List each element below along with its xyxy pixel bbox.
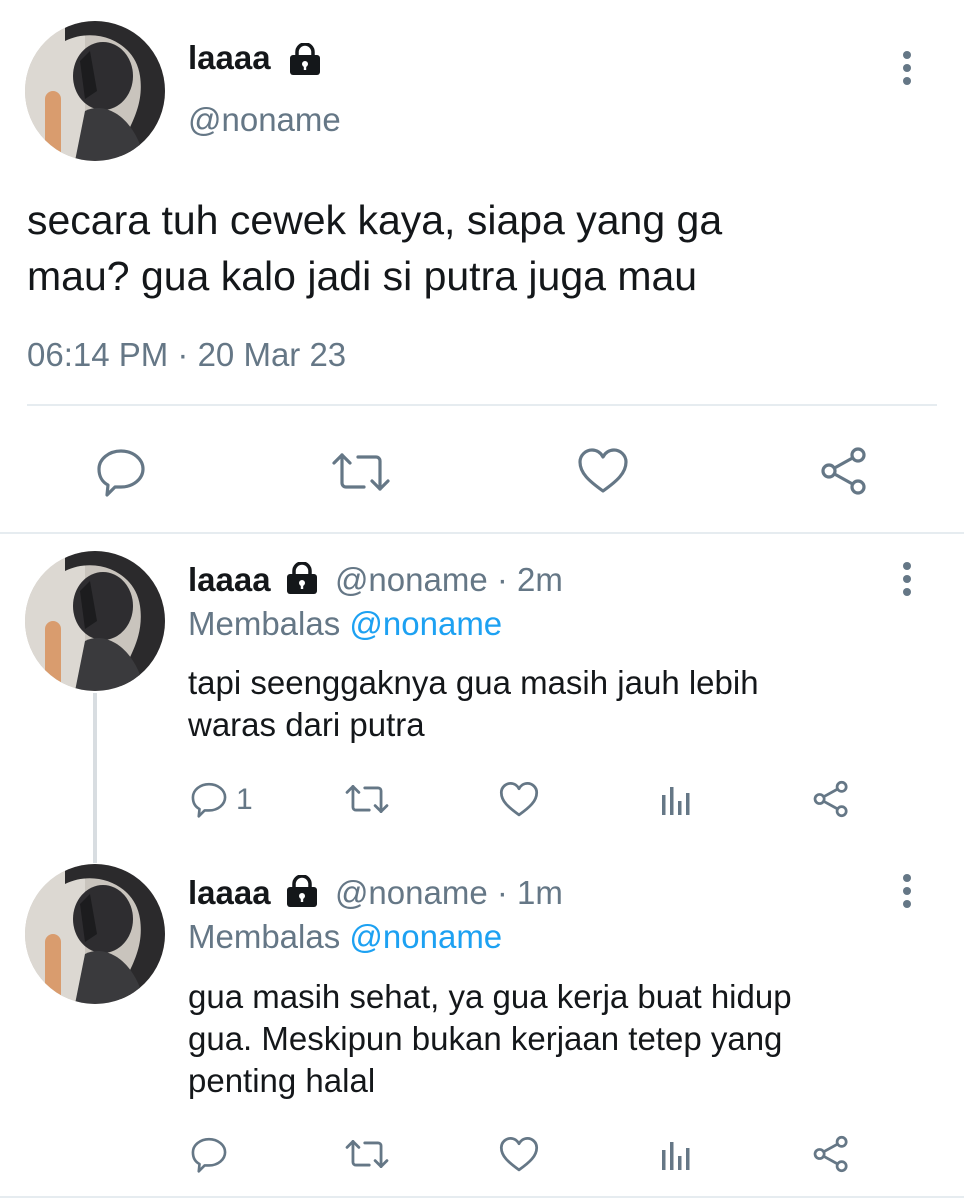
share-icon[interactable] bbox=[811, 1135, 851, 1173]
lock-icon bbox=[287, 43, 323, 75]
retweet-icon[interactable] bbox=[344, 1137, 390, 1171]
relative-time[interactable]: · 2m bbox=[497, 561, 563, 598]
reply-text: tapi seenggaknya gua masih jauh lebih wa… bbox=[188, 662, 759, 746]
like-icon[interactable] bbox=[499, 781, 539, 818]
share-icon[interactable] bbox=[811, 780, 851, 818]
display-name[interactable]: laaaa bbox=[188, 874, 271, 911]
relative-time[interactable]: · 1m bbox=[497, 874, 563, 911]
reply-header: laaaa @noname · 2m bbox=[188, 560, 563, 600]
reply-text: gua masih sehat, ya gua kerja buat hidup… bbox=[188, 976, 792, 1102]
avatar[interactable] bbox=[25, 21, 165, 161]
bottom-divider bbox=[0, 1196, 964, 1198]
mention-link[interactable]: @noname bbox=[349, 605, 502, 642]
reply-icon[interactable] bbox=[190, 781, 228, 818]
more-options-icon[interactable] bbox=[901, 51, 913, 90]
divider bbox=[27, 404, 937, 406]
replying-label: Membalas bbox=[188, 605, 341, 642]
thread-connector bbox=[93, 693, 97, 863]
lock-icon bbox=[284, 875, 320, 907]
replying-label: Membalas bbox=[188, 918, 341, 955]
more-options-icon[interactable] bbox=[901, 562, 913, 601]
handle[interactable]: @noname bbox=[335, 874, 488, 911]
like-icon[interactable] bbox=[499, 1136, 539, 1173]
reply-count: 1 bbox=[236, 783, 253, 816]
tweet-text: secara tuh cewek kaya, siapa yang ga mau… bbox=[27, 192, 722, 304]
avatar[interactable] bbox=[25, 864, 165, 1004]
section-divider bbox=[0, 532, 964, 534]
timestamp[interactable]: 06:14 PM · 20 Mar 23 bbox=[27, 335, 346, 375]
retweet-icon[interactable] bbox=[330, 449, 392, 495]
retweet-icon[interactable] bbox=[344, 782, 390, 816]
display-name[interactable]: laaaa bbox=[188, 38, 271, 78]
replying-to: Membalas @noname bbox=[188, 917, 502, 957]
analytics-icon[interactable] bbox=[660, 1140, 692, 1172]
reply-icon[interactable] bbox=[95, 447, 147, 497]
mention-link[interactable]: @noname bbox=[349, 918, 502, 955]
reply-text-line: gua masih sehat, ya gua kerja buat hidup bbox=[188, 978, 792, 1015]
reply-text-line: waras dari putra bbox=[188, 706, 425, 743]
tweet-text-line: mau? gua kalo jadi si putra juga mau bbox=[27, 253, 698, 299]
share-icon[interactable] bbox=[818, 446, 870, 496]
reply-icon[interactable] bbox=[190, 1136, 228, 1173]
display-name[interactable]: laaaa bbox=[188, 561, 271, 598]
analytics-icon[interactable] bbox=[660, 785, 692, 817]
avatar[interactable] bbox=[25, 551, 165, 691]
handle[interactable]: @noname bbox=[188, 100, 341, 140]
handle[interactable]: @noname bbox=[335, 561, 488, 598]
reply-header: laaaa @noname · 1m bbox=[188, 873, 563, 913]
lock-icon bbox=[284, 562, 320, 594]
replying-to: Membalas @noname bbox=[188, 604, 502, 644]
reply-text-line: penting halal bbox=[188, 1062, 376, 1099]
like-icon[interactable] bbox=[577, 447, 629, 495]
reply-text-line: gua. Meskipun bukan kerjaan tetep yang bbox=[188, 1020, 783, 1057]
more-options-icon[interactable] bbox=[901, 874, 913, 913]
tweet-text-line: secara tuh cewek kaya, siapa yang ga bbox=[27, 197, 723, 243]
reply-text-line: tapi seenggaknya gua masih jauh lebih bbox=[188, 664, 759, 701]
